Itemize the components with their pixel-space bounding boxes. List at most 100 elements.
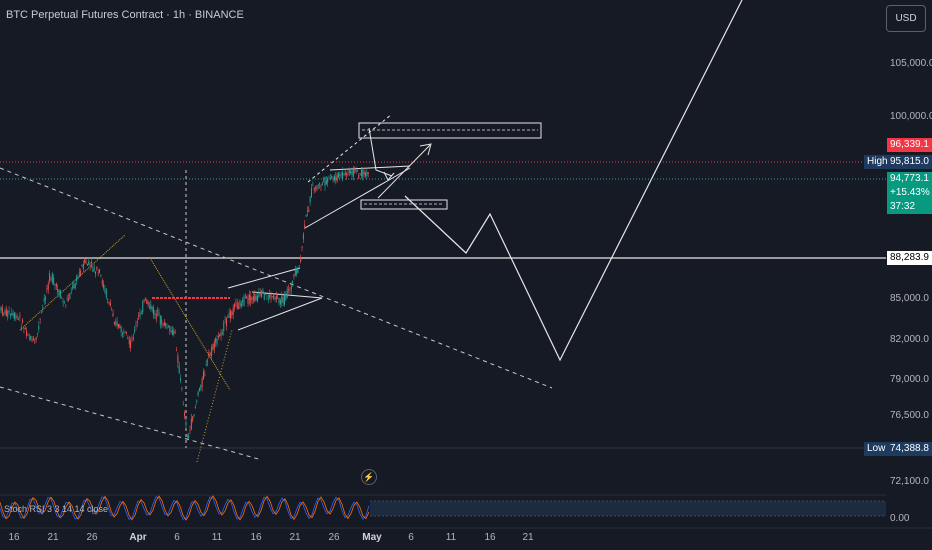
channel-upper-line[interactable] (0, 167, 553, 389)
change-pct-tag: +15.43% (887, 186, 932, 200)
candle-body (333, 175, 335, 181)
time-label: 16 (484, 532, 496, 543)
projection-arrow-down[interactable] (368, 127, 393, 177)
candle-body (127, 337, 129, 340)
triangle1-upper[interactable] (227, 267, 301, 289)
candle-body (259, 292, 261, 294)
candle-body (157, 309, 159, 312)
candle-body (72, 286, 74, 288)
candle-body (136, 322, 138, 324)
candlestick-series[interactable] (0, 166, 369, 441)
candle-body (49, 273, 51, 281)
candle-body (47, 283, 49, 290)
chart-canvas[interactable] (0, 0, 932, 550)
candle-body (151, 306, 153, 310)
price-tick: 100,000.0 (890, 111, 932, 122)
candle-body (267, 297, 269, 299)
candle-body (211, 347, 213, 357)
candle-body (231, 311, 233, 316)
candle-body (186, 435, 188, 437)
candle-body (367, 172, 369, 174)
candle-body (188, 435, 190, 439)
candle-body (366, 171, 368, 176)
candle-body (53, 277, 55, 285)
time-label: 6 (408, 532, 414, 543)
candle-body (95, 271, 96, 275)
candle-body (236, 302, 238, 309)
wedge-top-line[interactable] (329, 165, 411, 171)
candle-body (244, 297, 246, 298)
horizontal-line-tag: 88,283.9 (887, 251, 932, 265)
candle-body (336, 174, 338, 181)
projection-arrow-up[interactable] (377, 144, 431, 199)
candle-body (294, 269, 296, 276)
candle-body (166, 327, 168, 329)
candle-body (111, 309, 113, 311)
candle-body (288, 289, 290, 291)
candle-body (362, 169, 364, 178)
candle-body (122, 333, 123, 335)
lightning-icon[interactable]: ⚡ (361, 469, 377, 485)
candle-body (169, 326, 171, 331)
candle-body (223, 322, 225, 332)
candle-body (128, 339, 130, 345)
candle-body (81, 265, 83, 267)
indicator-label[interactable]: Stoch RSI 3 3 14 14 close (4, 504, 108, 514)
trend-line-yellow-2[interactable] (149, 257, 231, 391)
high-value-tag: 95,815.0 (887, 155, 932, 169)
candle-body (197, 391, 199, 396)
candle-body (255, 296, 257, 301)
candle-body (203, 371, 204, 380)
target-box-upper[interactable] (358, 122, 542, 139)
candle-body (135, 325, 137, 326)
candle-body (158, 312, 160, 316)
candle-body (213, 341, 215, 349)
symbol-title[interactable]: BTC Perpetual Futures Contract · 1h · BI… (6, 9, 244, 21)
time-label: 26 (86, 532, 98, 543)
candle-body (8, 311, 10, 313)
candle-body (193, 414, 195, 416)
candle-body (216, 338, 218, 345)
candle-body (240, 303, 242, 307)
candle-body (306, 210, 308, 212)
candle-body (269, 294, 271, 298)
candle-body (107, 299, 109, 300)
candle-body (351, 170, 353, 175)
wedge-lower-line[interactable] (304, 167, 411, 229)
candle-body (120, 326, 122, 332)
candle-body (230, 310, 231, 319)
upper-level-tag: 96,339.1 (887, 138, 932, 152)
candle-body (80, 270, 82, 277)
candle-body (159, 316, 161, 325)
currency-button[interactable]: USD (886, 5, 926, 32)
candle-body (163, 322, 165, 327)
candle-body (328, 177, 330, 179)
candle-body (59, 290, 61, 297)
candle-body (277, 297, 279, 299)
candle-body (162, 323, 164, 325)
target-box-lower[interactable] (360, 199, 448, 210)
candle-body (324, 176, 326, 186)
candle-body (42, 307, 44, 308)
candle-body (225, 318, 227, 327)
candle-body (204, 374, 206, 376)
candle-body (134, 329, 136, 333)
candle-body (321, 183, 323, 186)
candle-body (359, 173, 361, 175)
candle-body (3, 312, 5, 314)
candle-body (26, 330, 28, 337)
forecast-path[interactable] (404, 0, 743, 362)
candle-body (274, 298, 276, 300)
price-tick: 72,100.0 (890, 476, 929, 487)
candle-body (177, 355, 179, 363)
candle-body (212, 344, 214, 350)
indicator-value-tick: 0.00 (890, 513, 910, 524)
channel-lower-line[interactable] (0, 386, 263, 461)
candle-body (355, 169, 357, 173)
candle-body (320, 185, 322, 187)
candle-body (90, 261, 92, 264)
candle-body (304, 224, 306, 229)
candle-body (176, 350, 177, 352)
time-label: 21 (289, 532, 301, 543)
candle-body (109, 302, 111, 306)
